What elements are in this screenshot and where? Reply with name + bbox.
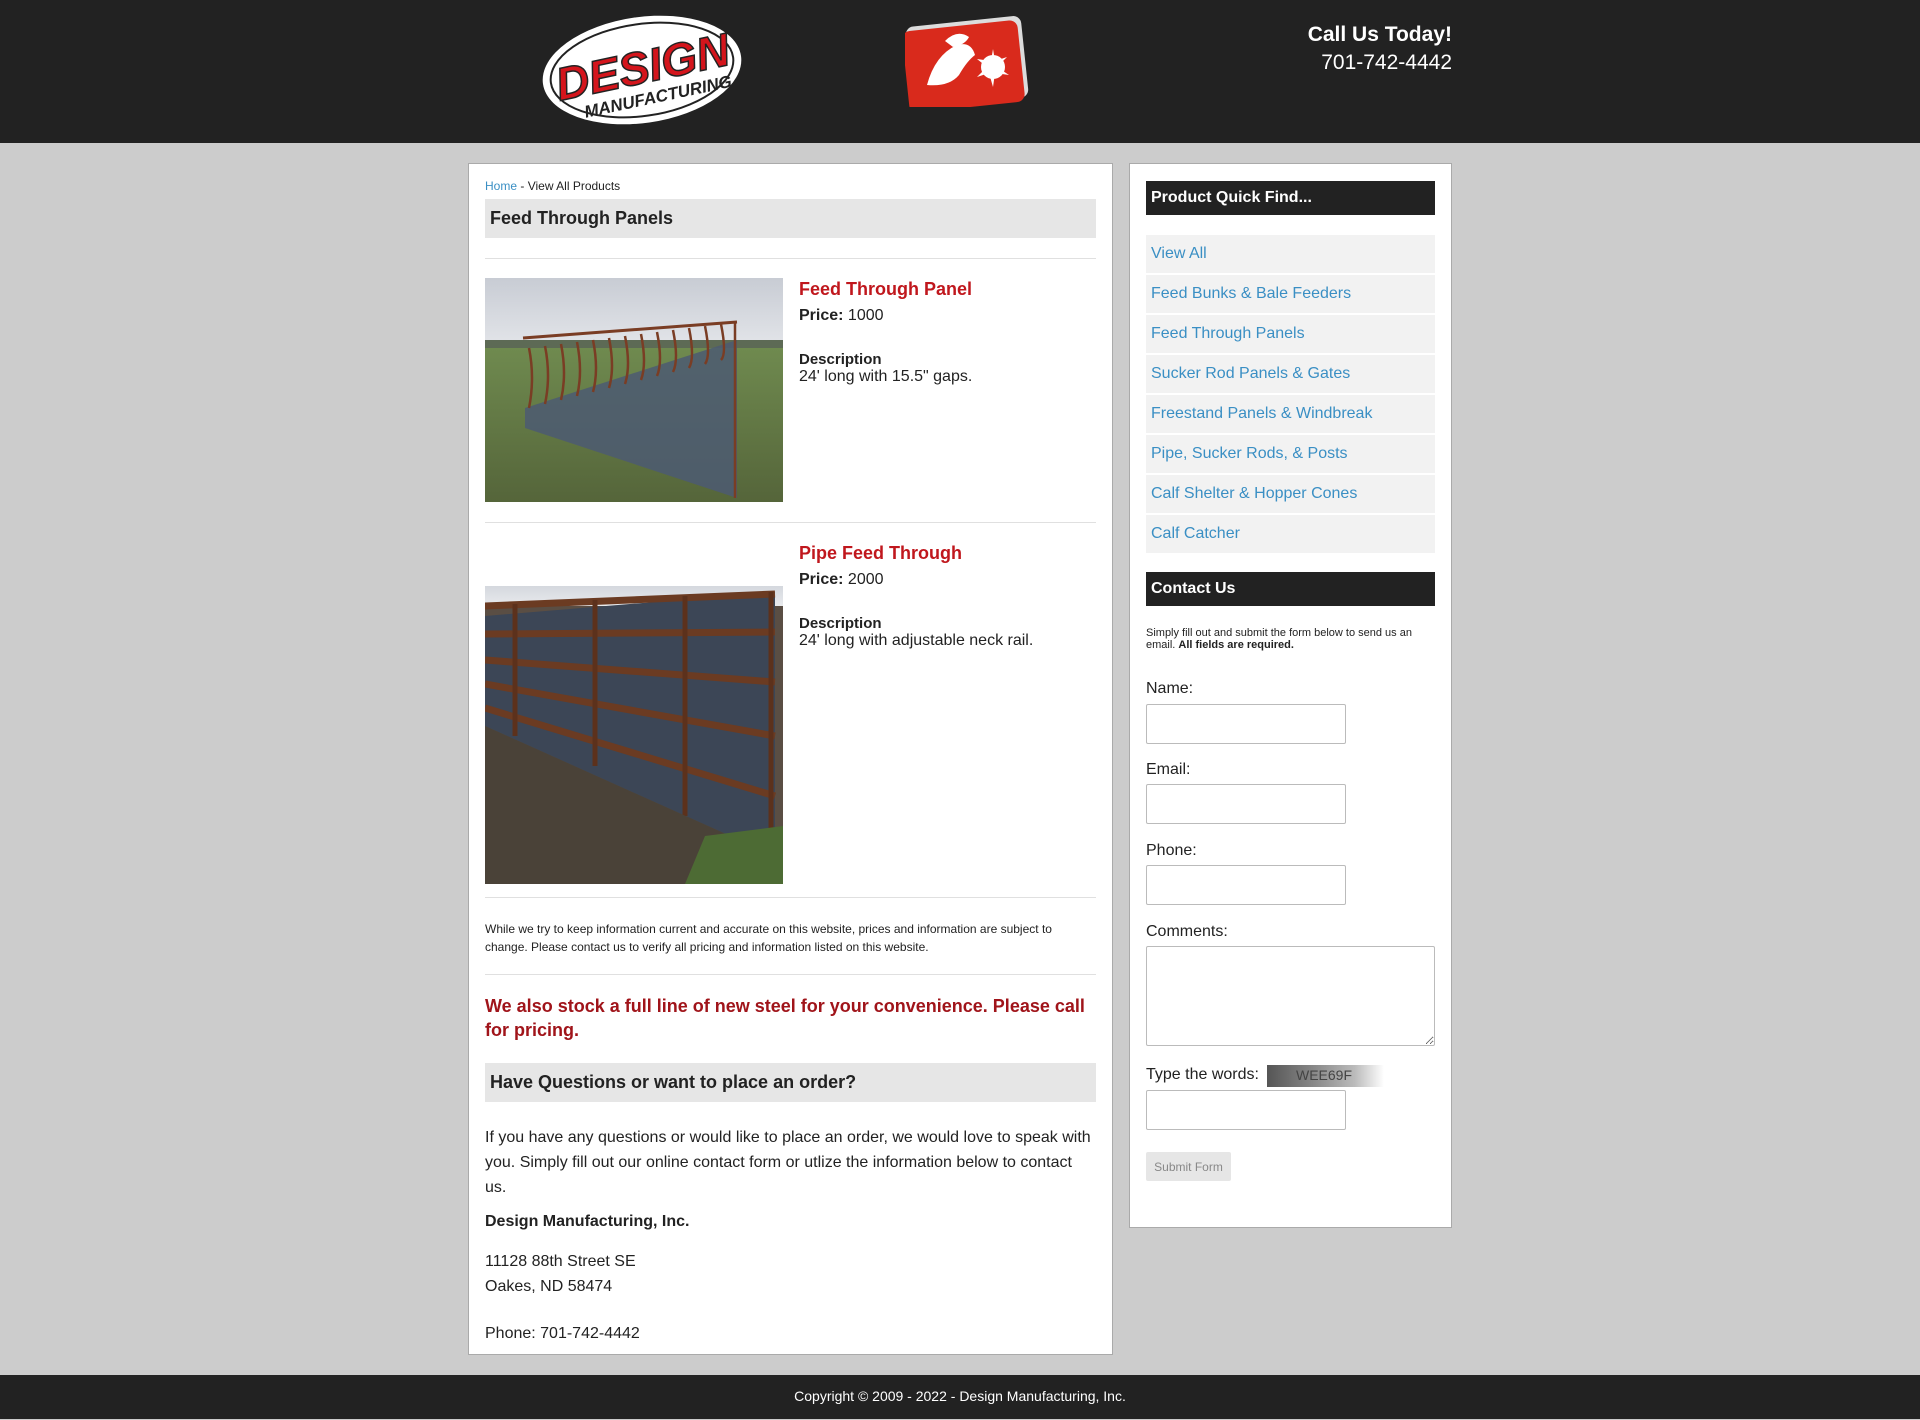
comments-label: Comments: [1146,923,1228,940]
phone-label: Phone: [1146,842,1197,859]
questions-text: If you have any questions or would like … [485,1129,1091,1196]
pricing-disclaimer: While we try to keep information current… [485,922,1052,954]
product-info: Pipe Feed Through Price: 2000 Descriptio… [799,542,1096,650]
sidebar: Product Quick Find... View All Feed Bunk… [1129,163,1452,1228]
breadcrumb-separator: - [517,179,528,193]
quick-find-freestand-panels[interactable]: Freestand Panels & Windbreak [1146,395,1435,433]
page-title: Feed Through Panels [485,199,1096,238]
comments-field[interactable] [1146,946,1435,1046]
product-name[interactable]: Pipe Feed Through [799,542,1096,564]
quick-find-feed-through-panels[interactable]: Feed Through Panels [1146,315,1435,353]
site-header: DESIGN MANUFACTURING Call Us Today! 701-… [0,0,1920,143]
main-content: Home - View All Products Feed Through Pa… [468,163,1113,1355]
breadcrumb-current: View All Products [527,179,621,193]
quick-find-pipe-sucker-rods[interactable]: Pipe, Sucker Rods, & Posts [1146,435,1435,473]
breadcrumb: Home - View All Products [485,179,620,193]
company-phone: Phone: 701-742-4442 [485,1325,640,1342]
captcha-image: WEE69F [1267,1065,1384,1087]
phone-field[interactable] [1146,865,1346,905]
site-footer: Copyright © 2009 - 2022 - Design Manufac… [0,1375,1920,1419]
product-image-pipe-feed-through[interactable] [485,586,783,884]
steel-notice: We also stock a full line of new steel f… [485,996,1085,1040]
copyright-text: Copyright © 2009 - 2022 - Design Manufac… [794,1388,1126,1404]
quick-find-calf-catcher[interactable]: Calf Catcher [1146,515,1435,553]
description-label: Description [799,615,882,632]
contact-intro: Simply fill out and submit the form belo… [1146,627,1435,651]
address-line-2: Oakes, ND 58474 [485,1278,613,1295]
call-us-title: Call Us Today! [1307,23,1452,46]
description-text: 24' long with adjustable neck rail. [799,632,1034,649]
quick-find-sucker-rod-panels[interactable]: Sucker Rod Panels & Gates [1146,355,1435,393]
product-image-feed-through-panel[interactable] [485,278,783,502]
price-label: Price: [799,571,844,588]
product-price: Price: 1000 [799,306,1096,326]
name-label: Name: [1146,680,1194,697]
divider [485,522,1096,523]
quick-find-feed-bunks[interactable]: Feed Bunks & Bale Feeders [1146,275,1435,313]
description-text: 24' long with 15.5" gaps. [799,368,973,385]
product-name[interactable]: Feed Through Panel [799,278,1096,300]
company-name: Design Manufacturing, Inc. [485,1213,690,1230]
questions-heading: Have Questions or want to place an order… [485,1063,1096,1102]
quick-find-list: View All Feed Bunks & Bale Feeders Feed … [1146,235,1435,555]
address-line-1: 11128 88th Street SE [485,1253,636,1270]
submit-form-button[interactable]: Submit Form [1146,1152,1231,1181]
company-address: 11128 88th Street SE Oakes, ND 58474 [485,1249,636,1299]
call-us-phone[interactable]: 701-742-4442 [1308,48,1452,78]
contact-intro-required: All fields are required. [1178,639,1294,651]
product-item: Feed Through Panel Price: 1000 Descripti… [485,278,1096,502]
design-manufacturing-logo[interactable]: DESIGN MANUFACTURING [539,13,746,127]
price-value: 1000 [847,307,884,324]
divider [485,974,1096,975]
breadcrumb-home-link[interactable]: Home [485,179,517,193]
captcha-label: Type the words: [1146,1066,1259,1083]
name-field[interactable] [1146,704,1346,744]
quick-find-view-all[interactable]: View All [1146,235,1435,273]
product-item: Pipe Feed Through Price: 2000 Descriptio… [485,542,1096,884]
price-value: 2000 [847,571,884,588]
captcha-field[interactable] [1146,1090,1346,1130]
description-label: Description [799,351,882,368]
price-label: Price: [799,307,844,324]
call-us-block: Call Us Today! 701-742-4442 [1308,22,1452,78]
quick-find-heading: Product Quick Find... [1146,181,1435,215]
product-info: Feed Through Panel Price: 1000 Descripti… [799,278,1096,386]
divider [485,897,1096,898]
divider [485,258,1096,259]
email-field[interactable] [1146,784,1346,824]
contact-heading: Contact Us [1146,572,1435,606]
product-price: Price: 2000 [799,570,1096,590]
quick-find-calf-shelter[interactable]: Calf Shelter & Hopper Cones [1146,475,1435,513]
welder-icon [905,16,1029,107]
email-label: Email: [1146,761,1191,778]
